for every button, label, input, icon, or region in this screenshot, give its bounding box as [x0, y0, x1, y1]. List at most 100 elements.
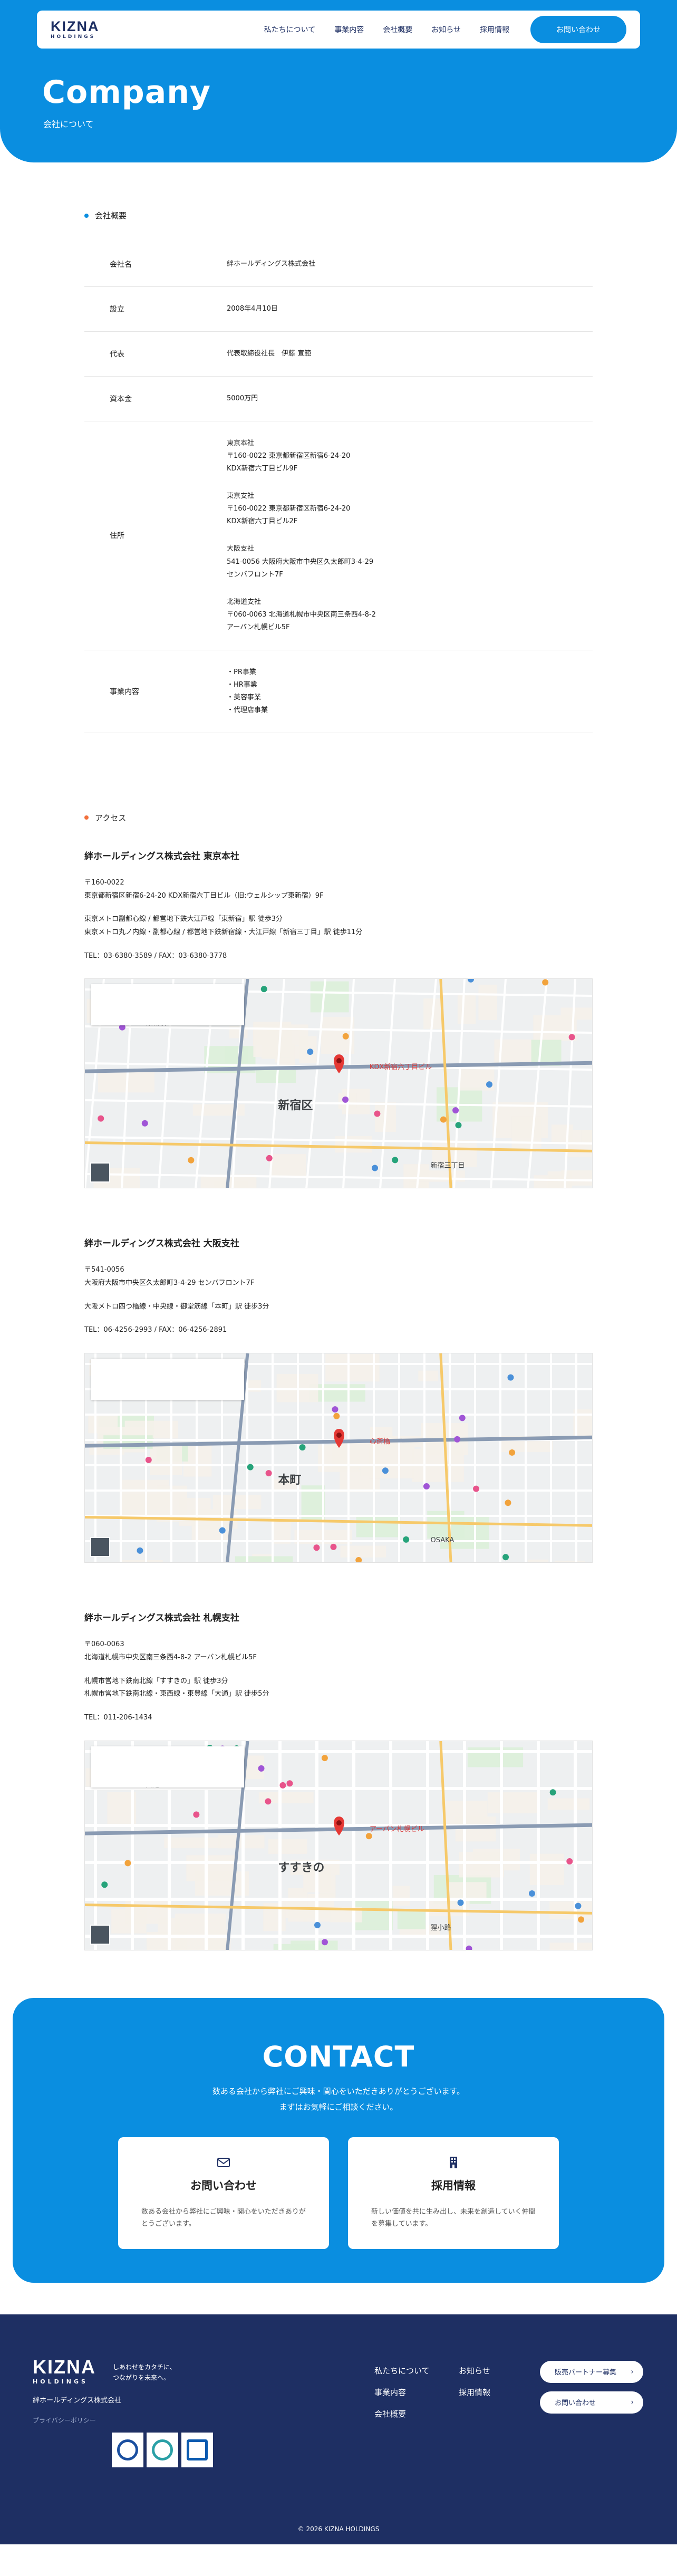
chevron-right-icon: ›	[631, 2398, 634, 2407]
address-item: 大阪支社 541-0056 大阪府大阪市中央区久太郎町3-4-29 センバフロン…	[227, 543, 593, 581]
office-transit: 大阪メトロ四つ橋線・中央線・御堂筋線「本町」駅 徒歩3分	[84, 1302, 269, 1311]
office-transit: 札幌市営地下鉄南北線・東西線・東豊線「大通」駅 徒歩5分	[84, 1690, 269, 1698]
footer-logo[interactable]: KIZNA HOLDINGS	[33, 2356, 96, 2385]
map-info-card[interactable]	[91, 1746, 244, 1787]
partner-button-label: 販売パートナー募集	[555, 2369, 617, 2377]
main-nav: 私たちについて 事業内容 会社概要 お知らせ 採用情報 お問い合わせ	[264, 16, 626, 43]
copyright: © 2026 KIZNA HOLDINGS	[297, 2525, 380, 2533]
site-footer: KIZNA HOLDINGS しあわせをカタチに、 つながりを未来へ。 絆ホール…	[0, 2314, 677, 2544]
row-value: 2008年4月10日	[227, 305, 278, 313]
map-satellite-toggle[interactable]	[90, 1162, 110, 1183]
overview-heading: 会社概要	[84, 210, 677, 221]
address-line: 〒160-0022 東京都新宿区新宿6-24-20	[227, 452, 351, 460]
tagline-line: しあわせをカタチに、	[113, 2363, 176, 2371]
address-name: 東京本社	[227, 439, 255, 448]
footer-nav-recruit[interactable]: 採用情報	[459, 2387, 533, 2398]
address-name: 大阪支社	[227, 545, 255, 553]
map-info-card[interactable]	[91, 1359, 244, 1400]
footer-tagline: しあわせをカタチに、 つながりを未来へ。	[113, 2362, 176, 2383]
table-row-business: 事業内容 ・PR事業 ・HR事業 ・美容事業 ・代理店事業	[84, 650, 593, 733]
chevron-right-icon: ›	[631, 2367, 634, 2376]
office-name: 絆ホールディングス株式会社 札幌支社	[84, 1613, 239, 1624]
footer-nav-company[interactable]: 会社概要	[374, 2408, 459, 2419]
office-tel: TEL：06-4256-2993 / FAX：06-4256-2891	[84, 1326, 227, 1334]
table-row: 設立 2008年4月10日	[84, 287, 593, 332]
nav-company[interactable]: 会社概要	[383, 24, 412, 35]
map-label: OSAKA	[431, 1536, 454, 1544]
row-value: 代表取締役社長 伊藤 宣範	[227, 350, 312, 358]
office-name: 絆ホールディングス株式会社 大阪支社	[84, 1238, 239, 1249]
nav-news[interactable]: お知らせ	[431, 24, 461, 35]
row-key: 資本金	[110, 395, 132, 404]
partner-button[interactable]: 販売パートナー募集 ›	[540, 2360, 643, 2383]
table-row: 会社名 絆ホールディングス株式会社	[84, 242, 593, 287]
map-satellite-toggle[interactable]	[90, 1537, 110, 1558]
office-postal: 〒160-0022	[84, 878, 124, 887]
contact-card-title: お問い合わせ	[190, 2179, 257, 2192]
bullet-dot-icon	[84, 213, 89, 218]
address-name: 東京支社	[227, 492, 255, 501]
row-key: 住所	[110, 532, 124, 541]
mail-icon	[216, 2155, 231, 2170]
nav-about[interactable]: 私たちについて	[264, 24, 316, 35]
recruit-card-text: 新しい価値を共に生み出し、未来を創造していく仲間を募集しています。	[371, 2207, 536, 2228]
office-map[interactable]: すすきのアーバン札幌ビル大通狸小路	[84, 1740, 593, 1950]
map-info-card[interactable]	[91, 984, 244, 1026]
logo[interactable]: KIZNA HOLDINGS	[51, 20, 100, 40]
access-section: アクセス 絆ホールディングス株式会社 東京本社 〒160-0022 東京都新宿区…	[0, 812, 677, 1950]
contact-title: CONTACT	[262, 2040, 415, 2073]
certification-badges	[112, 2432, 213, 2467]
business-item: ・美容事業	[227, 693, 262, 701]
office-name: 絆ホールディングス株式会社 東京本社	[84, 851, 239, 862]
map-label: アーバン札幌ビル	[370, 1825, 424, 1833]
access-heading: アクセス	[84, 812, 677, 823]
row-key: 設立	[110, 305, 124, 314]
address-line: KDX新宿六丁目ビル2F	[227, 517, 298, 526]
contact-button[interactable]: お問い合わせ	[530, 16, 626, 43]
address-list: 東京本社 〒160-0022 東京都新宿区新宿6-24-20 KDX新宿六丁目ビ…	[227, 437, 593, 634]
map-label: KDX新宿六丁目ビル	[370, 1063, 432, 1072]
footer-logo-sub: HOLDINGS	[33, 2378, 88, 2385]
office-map[interactable]: 新宿区KDX新宿六丁目ビル東新宿新宿三丁目	[84, 978, 593, 1189]
site-header: KIZNA HOLDINGS 私たちについて 事業内容 会社概要 お知らせ 採用…	[37, 11, 640, 49]
footer-nav-news[interactable]: お知らせ	[459, 2365, 533, 2376]
office-block: 絆ホールディングス株式会社 大阪支社 〒541-0056 大阪府大阪市中央区久太…	[84, 1236, 593, 1563]
privacy-mark-icon	[112, 2432, 143, 2467]
footer-contact-button[interactable]: お問い合わせ ›	[540, 2391, 643, 2414]
office-map[interactable]: 本町心斎橋センバフロントOSAKA	[84, 1353, 593, 1563]
recruit-card[interactable]: 採用情報 新しい価値を共に生み出し、未来を創造していく仲間を募集しています。	[348, 2137, 559, 2249]
map-label: 狸小路	[431, 1924, 451, 1932]
office-block: 絆ホールディングス株式会社 札幌支社 〒060-0063 北海道札幌市中央区南三…	[84, 1610, 593, 1950]
contact-section: CONTACT 数ある会社から弊社にご興味・関心をいただきありがとうございます。…	[13, 1997, 664, 2283]
business-item: ・代理店事業	[227, 706, 268, 714]
footer-logo-main: KIZNA	[33, 2356, 96, 2378]
address-item: 東京本社 〒160-0022 東京都新宿区新宿6-24-20 KDX新宿六丁目ビ…	[227, 437, 593, 475]
privacy-link[interactable]: プライバシーポリシー	[33, 2416, 96, 2425]
office-list: 絆ホールディングス株式会社 東京本社 〒160-0022 東京都新宿区新宿6-2…	[84, 849, 593, 1950]
office-transit: 札幌市営地下鉄南北線「すすきの」駅 徒歩3分	[84, 1677, 228, 1685]
overview-heading-text: 会社概要	[95, 211, 127, 220]
footer-nav-business[interactable]: 事業内容	[374, 2387, 459, 2398]
row-key: 会社名	[110, 261, 132, 270]
map-label: 心斎橋	[370, 1437, 390, 1446]
overview-table: 会社名 絆ホールディングス株式会社 設立 2008年4月10日 代表 代表取締役…	[84, 242, 593, 733]
office-address: 大阪府大阪市中央区久太郎町3-4-29 センバフロント7F	[84, 1279, 255, 1287]
address-item: 東京支社 〒160-0022 東京都新宿区新宿6-24-20 KDX新宿六丁目ビ…	[227, 490, 593, 528]
table-row-address: 住所 東京本社 〒160-0022 東京都新宿区新宿6-24-20 KDX新宿六…	[84, 421, 593, 650]
row-value: 5000万円	[227, 395, 258, 403]
map-satellite-toggle[interactable]	[90, 1924, 110, 1945]
address-line: KDX新宿六丁目ビル9F	[227, 465, 298, 473]
nav-business[interactable]: 事業内容	[334, 24, 364, 35]
footer-nav-about[interactable]: 私たちについて	[374, 2365, 459, 2376]
office-postal: 〒541-0056	[84, 1266, 124, 1274]
table-row: 代表 代表取締役社長 伊藤 宣範	[84, 332, 593, 377]
nav-recruit[interactable]: 採用情報	[480, 24, 509, 35]
hero: KIZNA HOLDINGS 私たちについて 事業内容 会社概要 お知らせ 採用…	[0, 0, 677, 162]
security-badge-icon	[181, 2432, 213, 2467]
address-item: 北海道支社 〒060-0063 北海道札幌市中央区南三条西4-8-2 アーバン札…	[227, 596, 593, 634]
map-label: 本町	[278, 1474, 301, 1487]
office-tel: TEL：011-206-1434	[84, 1713, 152, 1722]
contact-card[interactable]: お問い合わせ 数ある会社から弊社にご興味・関心をいただきありがとうございます。	[118, 2137, 329, 2249]
page-title: Company	[42, 74, 211, 111]
page-subtitle: 会社について	[43, 119, 94, 129]
